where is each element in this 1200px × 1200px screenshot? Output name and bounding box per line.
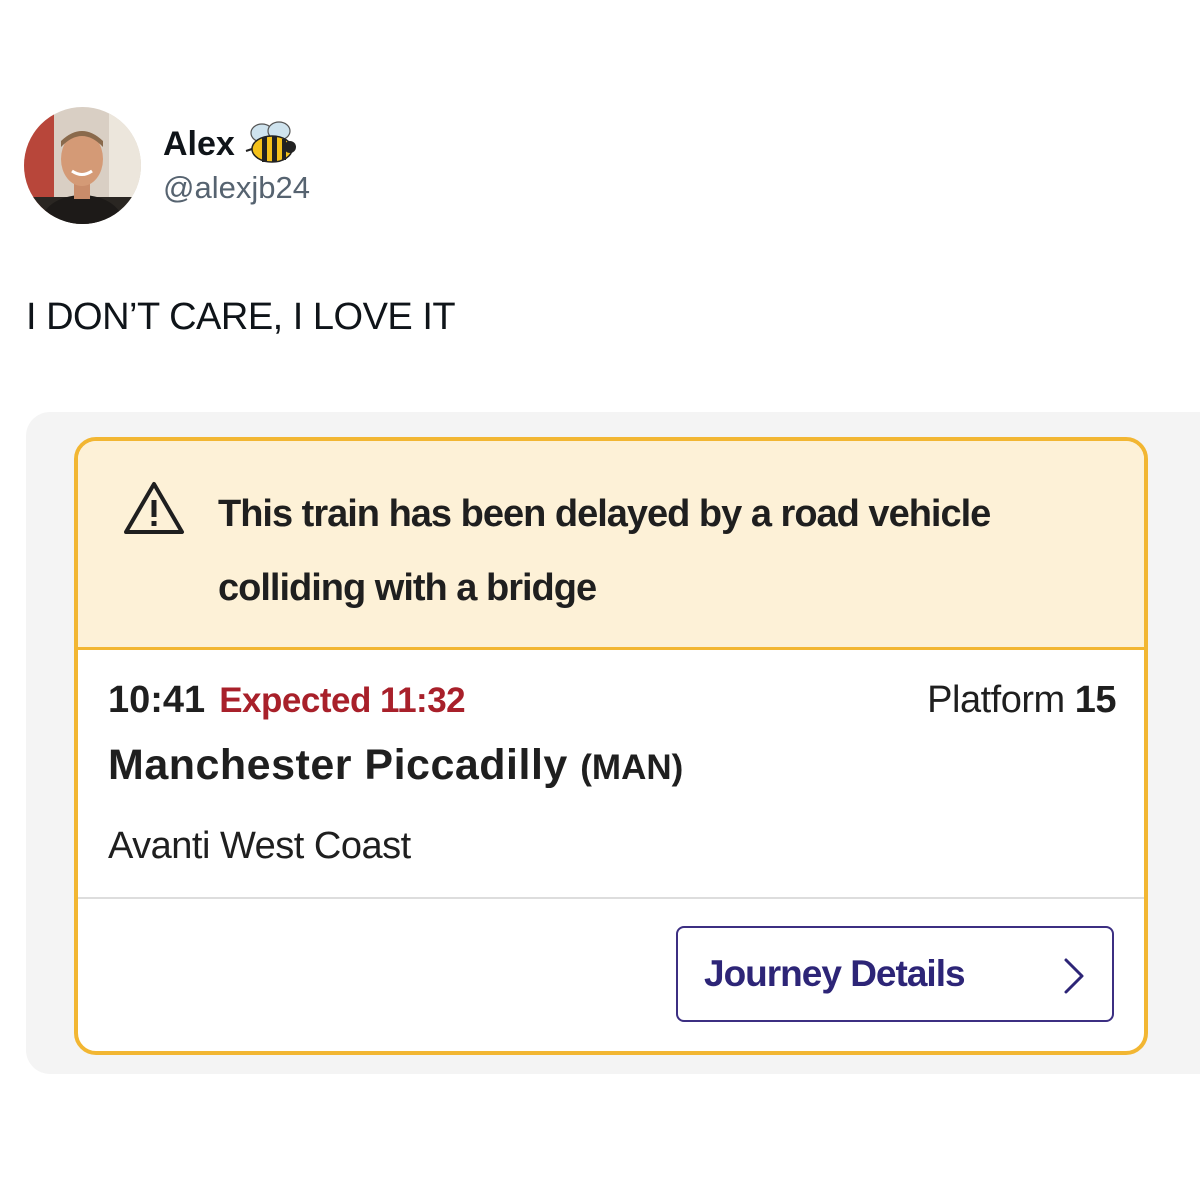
platform-number: 15 [1074, 679, 1117, 721]
bee-icon [245, 121, 299, 167]
warning-icon [122, 480, 186, 536]
time-row: 10:41 Expected 11:32 [108, 679, 466, 722]
station-name: Manchester Piccadilly [108, 741, 568, 789]
journey-details-button[interactable]: Journey Details [676, 926, 1114, 1022]
platform-info: Platform 15 [927, 679, 1116, 722]
train-operator: Avanti West Coast [108, 825, 411, 867]
chevron-right-icon [1062, 956, 1086, 996]
station-code: (MAN) [580, 748, 684, 787]
tweet-text: I DON’T CARE, I LOVE IT [26, 296, 456, 338]
destination-station: Manchester Piccadilly (MAN) [108, 741, 683, 790]
user-handle[interactable]: @alexjb24 [163, 170, 310, 206]
alert-message: This train has been delayed by a road ve… [218, 493, 991, 609]
display-name-text: Alex [163, 124, 235, 163]
expected-time: Expected 11:32 [219, 681, 466, 720]
scheduled-time: 10:41 [108, 679, 206, 721]
delay-alert: This train has been delayed by a road ve… [78, 441, 1144, 650]
divider [78, 897, 1144, 899]
avatar[interactable] [24, 107, 141, 224]
train-card: This train has been delayed by a road ve… [74, 437, 1148, 1055]
display-name[interactable]: Alex [163, 121, 299, 167]
journey-details-label: Journey Details [704, 953, 966, 994]
platform-label: Platform [927, 679, 1065, 721]
